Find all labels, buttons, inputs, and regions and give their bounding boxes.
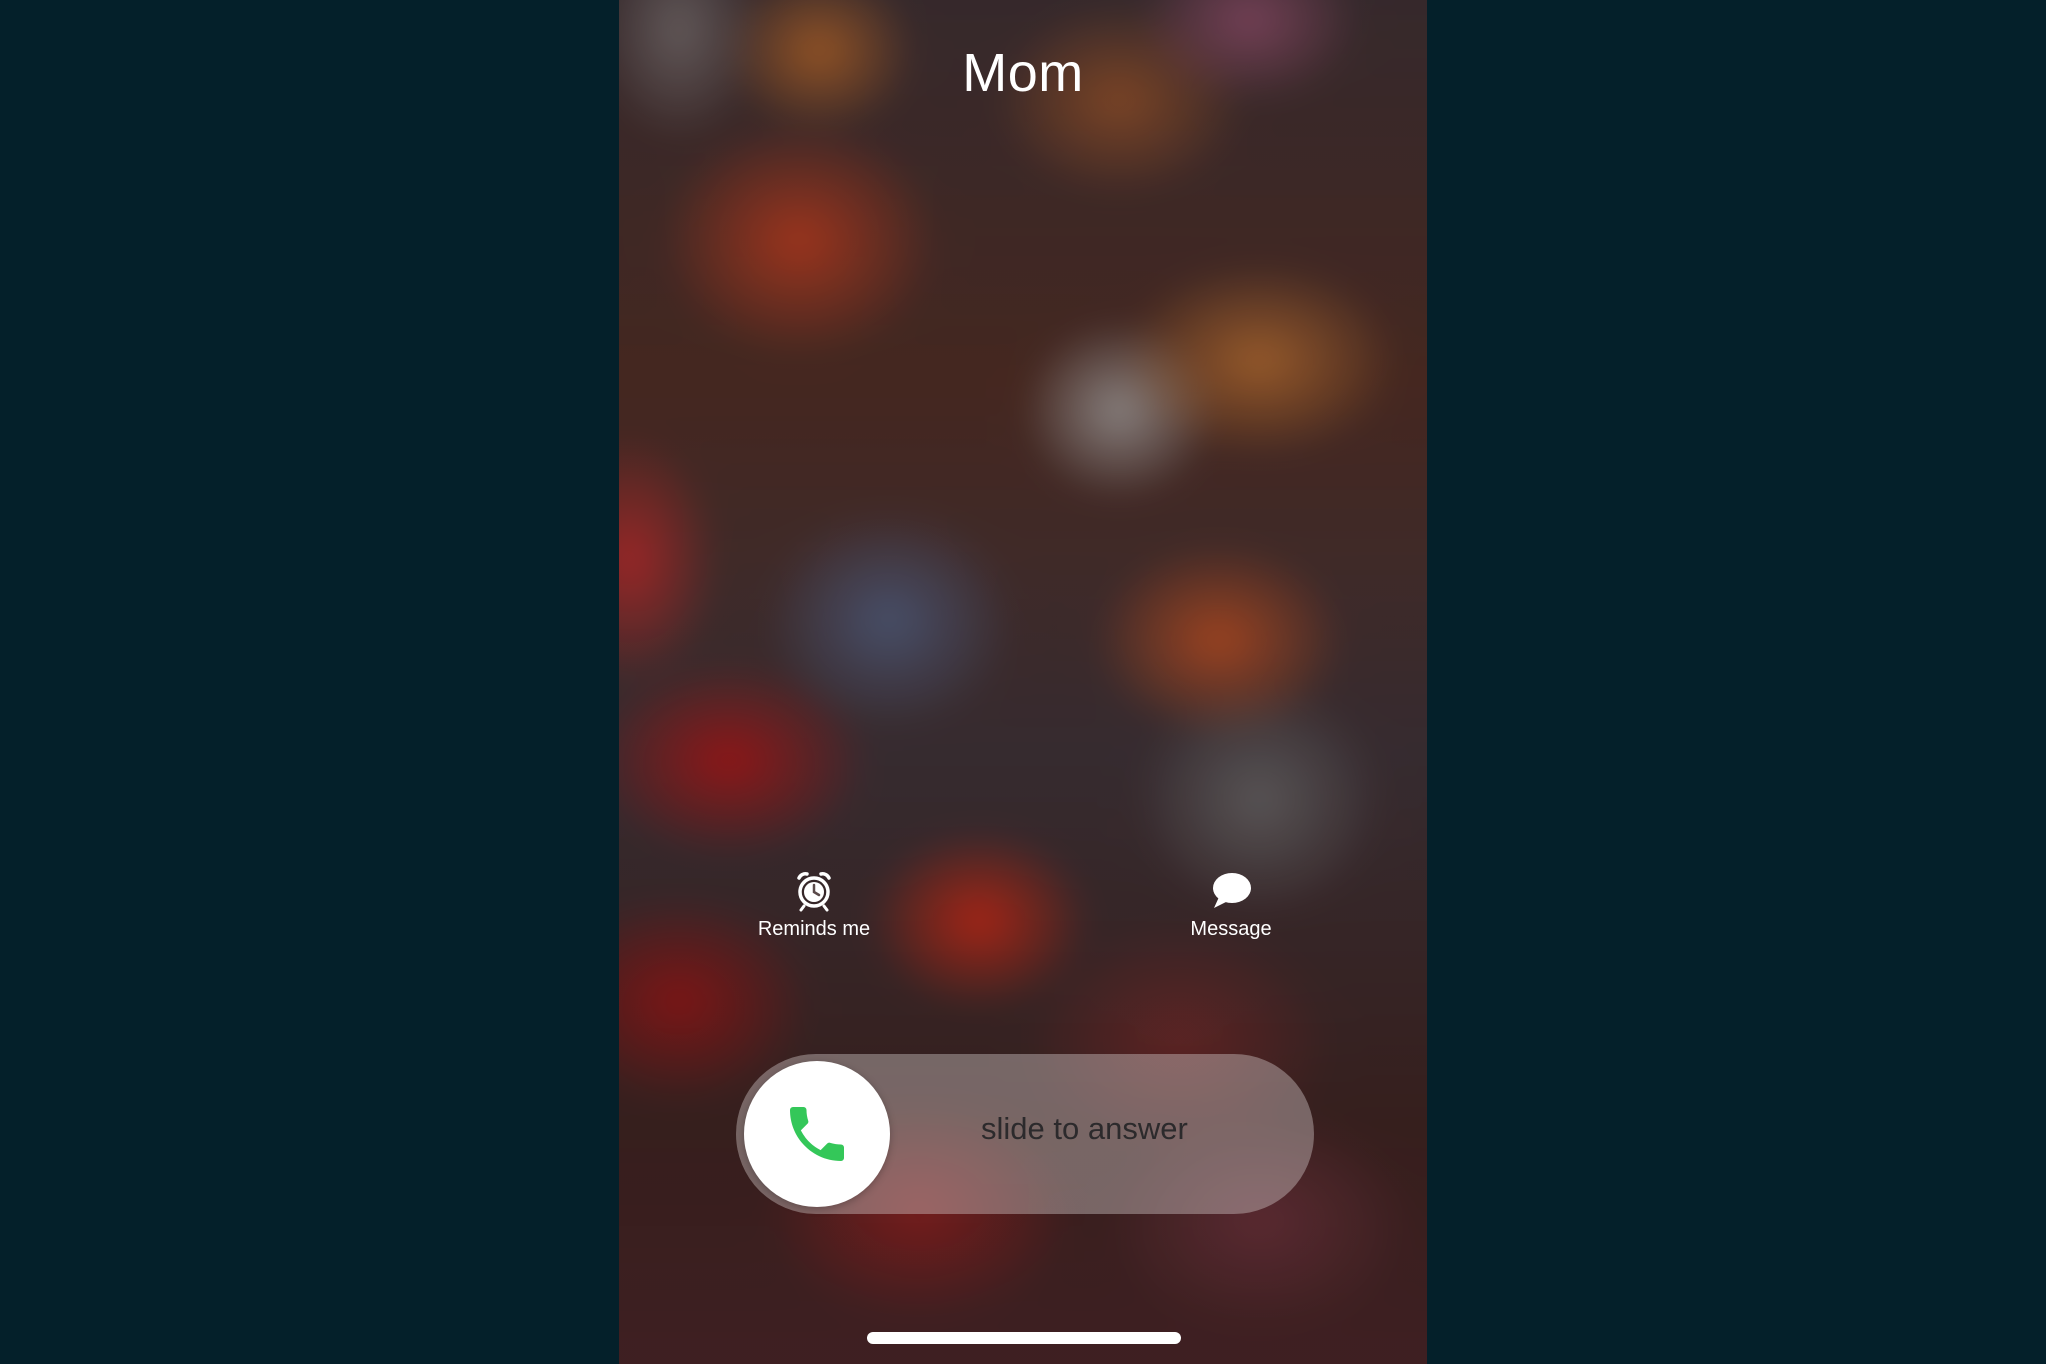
- caller-name: Mom: [962, 43, 1084, 103]
- home-indicator[interactable]: [867, 1332, 1181, 1344]
- alarm-clock-icon: [797, 872, 831, 912]
- screen: Mom Reminds me Message slide to answer: [0, 0, 2046, 1364]
- phone-icon: [790, 1107, 844, 1161]
- answer-slider-knob[interactable]: [744, 1061, 890, 1207]
- message-button[interactable]: Message: [1141, 868, 1321, 941]
- slide-to-answer-track[interactable]: slide to answer: [736, 1054, 1314, 1214]
- remind-me-button[interactable]: Reminds me: [724, 868, 904, 941]
- remind-me-label: Reminds me: [757, 918, 871, 940]
- slide-to-answer-label: slide to answer: [981, 1111, 1188, 1146]
- message-label: Message: [1190, 918, 1272, 940]
- incoming-call-screen: Mom Reminds me Message slide to answer: [619, 0, 1427, 1364]
- speech-bubble-icon: [1213, 873, 1251, 908]
